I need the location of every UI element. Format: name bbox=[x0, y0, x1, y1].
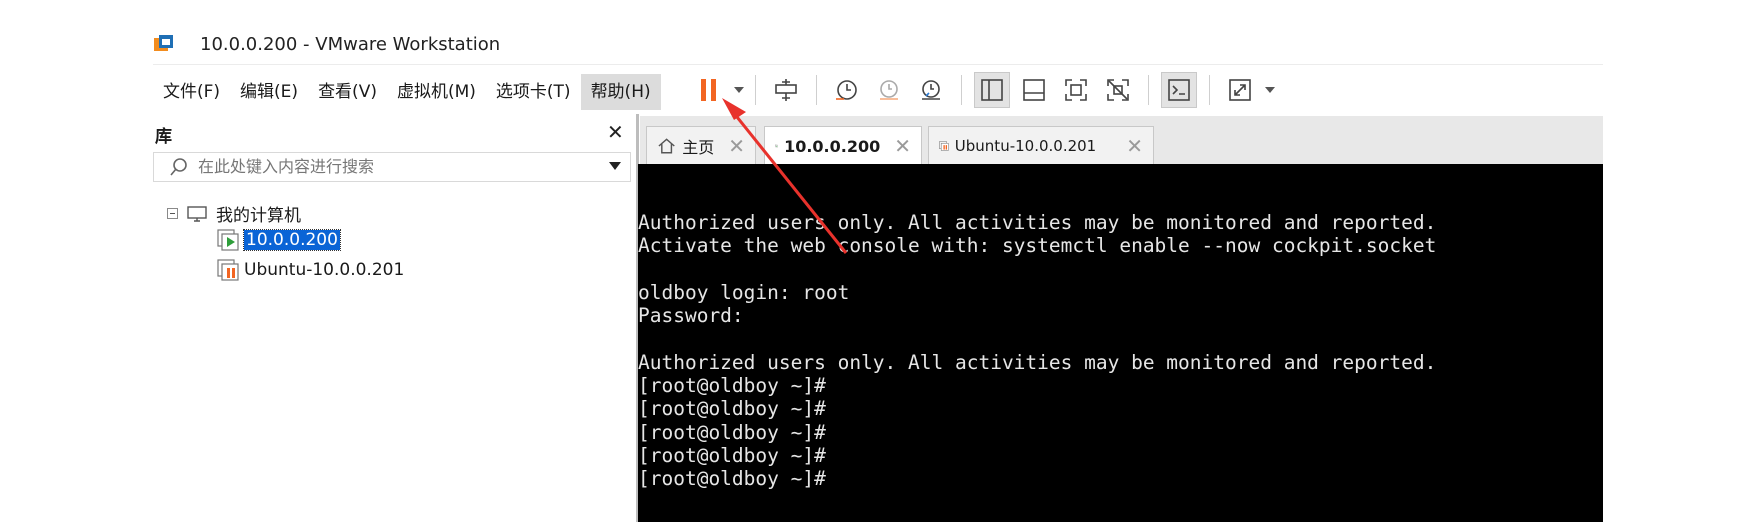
console-line: [root@oldboy ~]# bbox=[638, 397, 826, 420]
console-view-icon bbox=[1168, 79, 1190, 101]
vmware-logo-icon bbox=[154, 35, 173, 51]
console-line: Password: bbox=[638, 304, 744, 327]
chevron-down-icon[interactable] bbox=[608, 160, 622, 172]
chevron-down-icon bbox=[1265, 87, 1275, 93]
console-line: [root@oldboy ~]# bbox=[638, 421, 826, 444]
stretch-icon bbox=[1229, 79, 1251, 101]
vm-running-icon bbox=[217, 229, 239, 251]
stretch-button[interactable] bbox=[1222, 72, 1258, 108]
tree-item-my-computer[interactable]: 我的计算机 bbox=[167, 201, 301, 226]
tree-label: 10.0.0.200 bbox=[243, 229, 341, 251]
pause-icon bbox=[701, 79, 716, 101]
snapshot-take-button[interactable] bbox=[829, 72, 865, 108]
thumbnail-bar-icon bbox=[1023, 79, 1045, 101]
snapshot-take-icon bbox=[836, 80, 857, 100]
toolbar-separator bbox=[816, 75, 817, 105]
unity-icon bbox=[1107, 79, 1129, 101]
console-line: [root@oldboy ~]# bbox=[638, 444, 826, 467]
full-screen-button[interactable] bbox=[1058, 72, 1094, 108]
console-line: Authorized users only. All activities ma… bbox=[638, 211, 1437, 234]
menu-file[interactable]: 文件(F) bbox=[153, 74, 230, 110]
tab-label: 主页 bbox=[682, 137, 715, 157]
library-search-input[interactable] bbox=[198, 152, 588, 180]
console-view-button[interactable] bbox=[1161, 72, 1197, 108]
tree-label: Ubuntu-10.0.0.201 bbox=[244, 260, 405, 280]
search-icon bbox=[170, 158, 187, 176]
toolbar-separator bbox=[1209, 75, 1210, 105]
tab-vm[interactable]: Ubuntu-10.0.0.201 ✕ bbox=[928, 126, 1154, 164]
toolbar-separator bbox=[961, 75, 962, 105]
console-line: Activate the web console with: systemctl… bbox=[638, 234, 1437, 257]
collapse-toggle[interactable] bbox=[167, 208, 178, 219]
window-title: 10.0.0.200 - VMware Workstation bbox=[200, 34, 501, 55]
tab-label: Ubuntu-10.0.0.201 bbox=[954, 136, 1097, 155]
pause-button[interactable] bbox=[691, 72, 727, 108]
send-ctrl-alt-del-button[interactable] bbox=[768, 72, 804, 108]
library-title: 库 bbox=[155, 127, 172, 147]
library-view-icon bbox=[981, 79, 1003, 101]
toolbar bbox=[688, 70, 1277, 110]
thumbnail-bar-button[interactable] bbox=[1016, 72, 1052, 108]
console-line: oldboy login: root bbox=[638, 281, 850, 304]
console-line: Authorized users only. All activities ma… bbox=[638, 351, 1437, 374]
computer-icon bbox=[187, 205, 207, 222]
tab-home[interactable]: 主页 ✕ bbox=[646, 126, 756, 164]
toolbar-separator bbox=[1148, 75, 1149, 105]
power-dropdown[interactable] bbox=[732, 72, 746, 108]
tab-label: 10.0.0.200 bbox=[784, 136, 881, 156]
snapshot-revert-icon bbox=[880, 80, 898, 100]
console-line: [root@oldboy ~]# bbox=[638, 467, 826, 490]
console-line: [root@oldboy ~]# bbox=[638, 374, 826, 397]
vm-paused-icon bbox=[939, 140, 949, 151]
menu-help[interactable]: 帮助(H) bbox=[580, 74, 661, 110]
unity-button[interactable] bbox=[1100, 72, 1136, 108]
full-screen-icon bbox=[1065, 79, 1087, 101]
vm-running-icon bbox=[775, 144, 779, 148]
chevron-down-icon bbox=[734, 87, 744, 93]
snapshot-revert-button[interactable] bbox=[871, 72, 907, 108]
library-view-button[interactable] bbox=[974, 72, 1010, 108]
tree-label: 我的计算机 bbox=[216, 206, 301, 226]
stretch-dropdown[interactable] bbox=[1263, 72, 1277, 108]
title-divider bbox=[153, 64, 1603, 65]
toolbar-separator bbox=[755, 75, 756, 105]
menu-bar: 文件(F) 编辑(E) 查看(V) 虚拟机(M) 选项卡(T) 帮助(H) bbox=[153, 72, 661, 112]
menu-vm[interactable]: 虚拟机(M) bbox=[387, 74, 486, 110]
snapshot-manager-button[interactable] bbox=[913, 72, 949, 108]
tab-vm-active[interactable]: 10.0.0.200 ✕ bbox=[764, 126, 922, 165]
tab-close-icon[interactable]: ✕ bbox=[728, 134, 745, 158]
tab-close-icon[interactable]: ✕ bbox=[894, 134, 911, 158]
tab-close-icon[interactable]: ✕ bbox=[1126, 134, 1143, 158]
send-ctrl-alt-del-icon bbox=[775, 79, 797, 101]
menu-edit[interactable]: 编辑(E) bbox=[230, 74, 308, 110]
tree-item-vm[interactable]: Ubuntu-10.0.0.201 bbox=[217, 259, 404, 281]
snapshot-manager-icon bbox=[922, 80, 940, 100]
vm-paused-icon bbox=[217, 259, 239, 281]
menu-view[interactable]: 查看(V) bbox=[308, 74, 387, 110]
library-close-button[interactable]: ✕ bbox=[607, 120, 624, 144]
tree-item-vm[interactable]: 10.0.0.200 bbox=[217, 229, 341, 251]
menu-tabs[interactable]: 选项卡(T) bbox=[486, 74, 581, 110]
home-icon bbox=[658, 137, 675, 153]
